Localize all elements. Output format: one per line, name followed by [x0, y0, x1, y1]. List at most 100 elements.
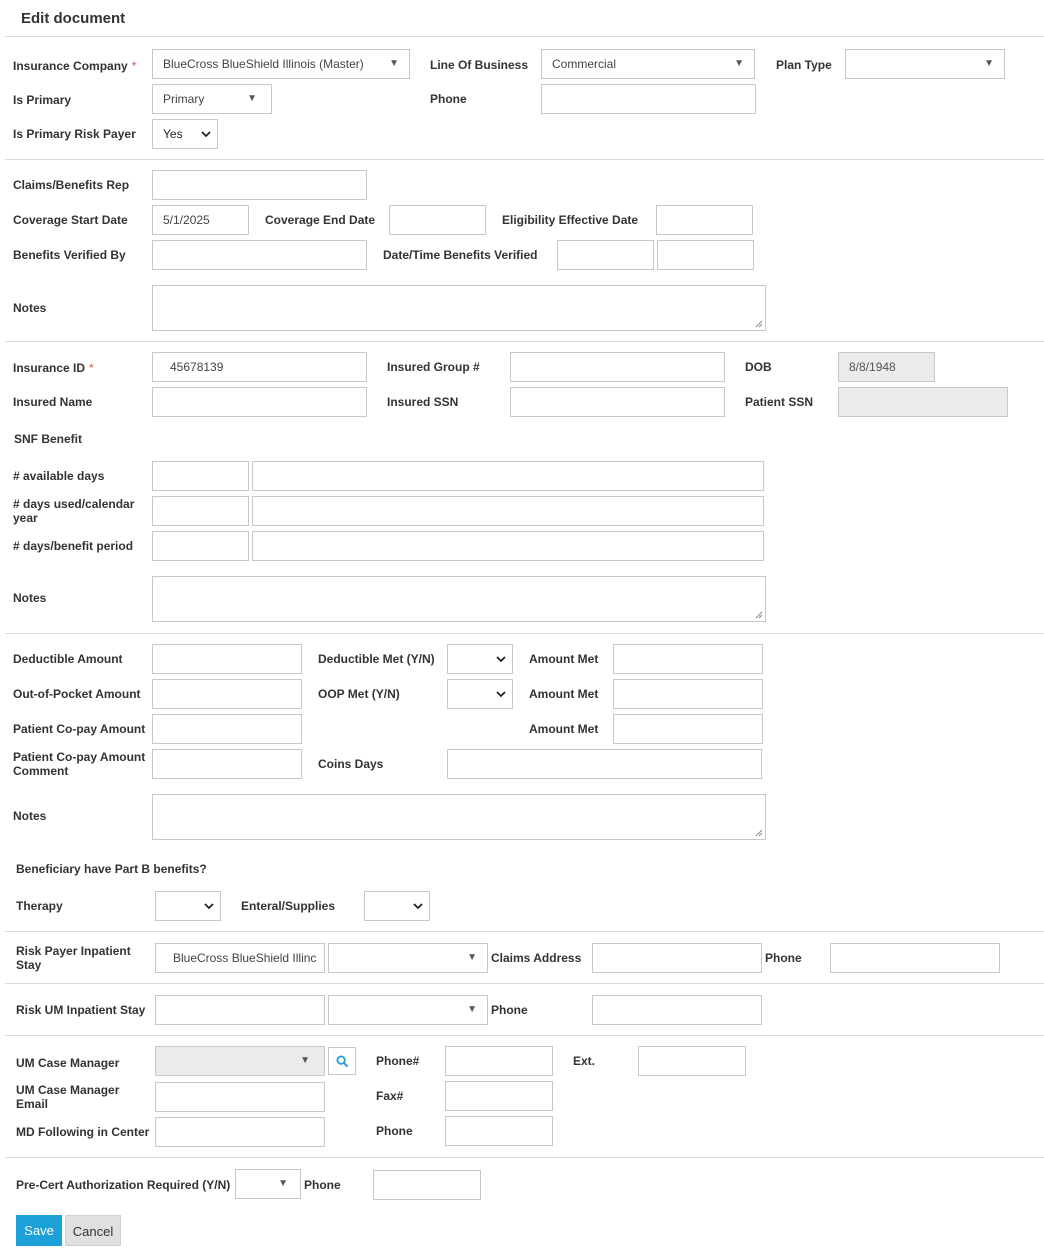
risk-payer-phone-input[interactable] [830, 943, 1000, 973]
coverage-end-input[interactable] [389, 205, 486, 235]
deductible-notes-textarea[interactable] [152, 794, 766, 840]
is-primary-select[interactable]: Primary ▼ [152, 84, 272, 114]
primary-risk-payer-select[interactable]: Yes [152, 119, 218, 149]
dob-input: 8/8/1948 [838, 352, 935, 382]
um-phone-input[interactable] [445, 1046, 553, 1076]
risk-payer-select[interactable]: ▼ [328, 943, 488, 973]
insured-ssn-label: Insured SSN [387, 395, 459, 409]
coins-days-input[interactable] [447, 749, 762, 779]
verified-by-input[interactable] [152, 240, 367, 270]
line-of-business-select[interactable]: Commercial ▼ [541, 49, 755, 79]
md-following-input[interactable] [155, 1117, 325, 1147]
is-primary-label: Is Primary [13, 93, 72, 107]
fax-input[interactable] [445, 1081, 553, 1111]
md-phone-label: Phone [376, 1124, 413, 1138]
risk-um-phone-input[interactable] [592, 995, 762, 1025]
amount-met-label: Amount Met [529, 652, 599, 666]
divider [5, 36, 1044, 37]
deductible-amount-input[interactable] [152, 644, 302, 674]
verified-date-input[interactable] [557, 240, 654, 270]
days-used-comment-input[interactable] [252, 496, 764, 526]
therapy-label: Therapy [16, 899, 63, 913]
divider [5, 1035, 1044, 1036]
oop-amount-met-input[interactable] [613, 679, 763, 709]
available-days-comment-input[interactable] [252, 461, 764, 491]
chevron-down-icon [496, 656, 506, 663]
snf-notes-textarea[interactable] [152, 576, 766, 622]
plan-type-select[interactable]: ▼ [845, 49, 1005, 79]
divider [5, 633, 1044, 634]
insured-ssn-input[interactable] [510, 387, 725, 417]
oop-amount-input[interactable] [152, 679, 302, 709]
claims-notes-textarea[interactable] [152, 285, 766, 331]
insured-name-input[interactable] [152, 387, 367, 417]
copay-amount-met-input[interactable] [613, 714, 763, 744]
datetime-verified-label: Date/Time Benefits Verified [383, 248, 538, 262]
um-case-manager-select[interactable]: ▼ [155, 1046, 325, 1076]
ext-label: Ext. [573, 1054, 596, 1068]
triangle-down-icon: ▼ [734, 58, 744, 69]
phone-label: Phone [430, 92, 467, 106]
deductible-met-select[interactable] [447, 644, 513, 674]
group-number-input[interactable] [510, 352, 725, 382]
md-phone-input[interactable] [445, 1116, 553, 1146]
um-email-input[interactable] [155, 1082, 325, 1112]
divider [5, 983, 1044, 984]
enteral-supplies-select[interactable] [364, 891, 430, 921]
chevron-down-icon [201, 131, 211, 138]
copay-amount-input[interactable] [152, 714, 302, 744]
precert-select[interactable]: ▼ [235, 1169, 301, 1199]
save-button[interactable]: Save [16, 1215, 62, 1246]
days-used-input[interactable] [152, 496, 249, 526]
triangle-down-icon: ▼ [247, 93, 257, 104]
verified-time-input[interactable] [657, 240, 754, 270]
insurance-id-input[interactable]: 45678139 [152, 352, 367, 382]
phone-input[interactable] [541, 84, 756, 114]
claims-address-label: Claims Address [491, 951, 582, 965]
ext-input[interactable] [638, 1046, 746, 1076]
insurance-company-label: Insurance Company * [13, 59, 137, 73]
required-asterisk: * [89, 361, 94, 375]
coverage-start-input[interactable]: 5/1/2025 [152, 205, 249, 235]
risk-payer-input[interactable]: BlueCross BlueShield Illinc [155, 943, 325, 973]
verified-by-label: Benefits Verified By [13, 248, 126, 262]
claims-rep-input[interactable] [152, 170, 367, 200]
risk-um-input[interactable] [155, 995, 325, 1025]
available-days-input[interactable] [152, 461, 249, 491]
deductible-amount-met-input[interactable] [613, 644, 763, 674]
days-used-label: # days used/calendar year [13, 497, 135, 525]
um-email-label: UM Case Manager Email [16, 1083, 120, 1111]
claims-address-input[interactable] [592, 943, 762, 973]
coins-days-label: Coins Days [318, 757, 384, 771]
cancel-button[interactable]: Cancel [65, 1215, 121, 1246]
oop-met-select[interactable] [447, 679, 513, 709]
deductible-met-label: Deductible Met (Y/N) [318, 652, 435, 666]
resize-handle-icon[interactable] [755, 611, 763, 619]
triangle-down-icon: ▼ [467, 952, 477, 963]
insurance-id-label: Insurance ID * [13, 361, 94, 375]
insured-name-label: Insured Name [13, 395, 93, 409]
copay-comment-input[interactable] [152, 749, 302, 779]
search-button[interactable] [328, 1047, 356, 1075]
enteral-supplies-label: Enteral/Supplies [241, 899, 336, 913]
days-benefit-period-comment-input[interactable] [252, 531, 764, 561]
therapy-select[interactable] [155, 891, 221, 921]
divider [5, 1157, 1044, 1158]
resize-handle-icon[interactable] [755, 829, 763, 837]
copay-amount-label: Patient Co-pay Amount [13, 722, 146, 736]
resize-handle-icon[interactable] [755, 320, 763, 328]
insurance-company-select[interactable]: BlueCross BlueShield Illinois (Master) ▼ [152, 49, 410, 79]
precert-phone-input[interactable] [373, 1170, 481, 1200]
group-number-label: Insured Group # [387, 360, 480, 374]
chevron-down-icon [204, 903, 214, 910]
days-benefit-period-input[interactable] [152, 531, 249, 561]
risk-um-select[interactable]: ▼ [328, 995, 488, 1025]
precert-phone-label: Phone [304, 1178, 341, 1192]
copay-comment-label: Patient Co-pay Amount Comment [13, 750, 146, 778]
risk-um-phone-label: Phone [491, 1003, 528, 1017]
oop-met-label: OOP Met (Y/N) [318, 687, 400, 701]
snf-benefit-heading: SNF Benefit [14, 432, 83, 446]
eligibility-date-input[interactable] [656, 205, 753, 235]
risk-payer-label: Risk Payer Inpatient Stay [16, 944, 131, 972]
deductible-amount-label: Deductible Amount [13, 652, 123, 666]
